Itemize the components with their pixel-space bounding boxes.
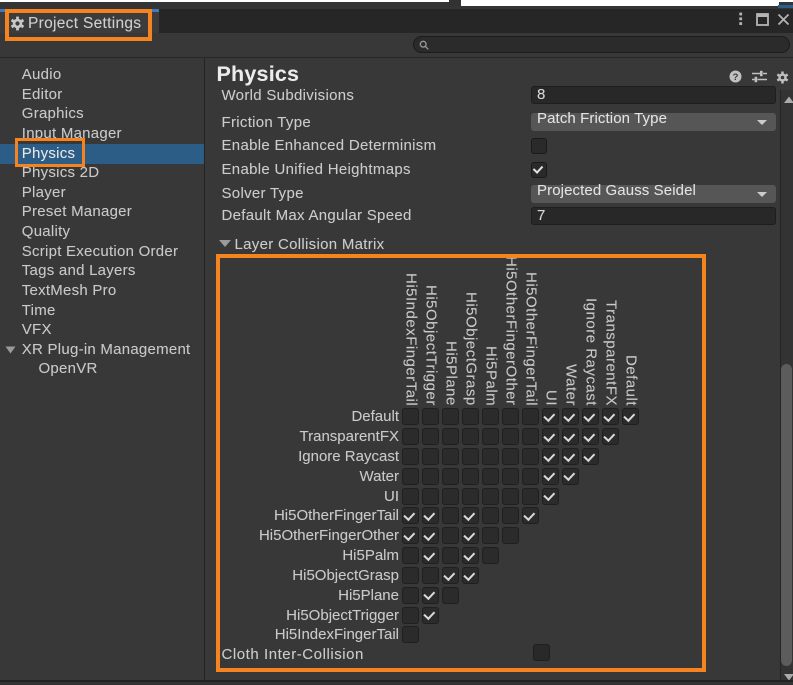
svg-text:?: ? — [733, 72, 739, 83]
